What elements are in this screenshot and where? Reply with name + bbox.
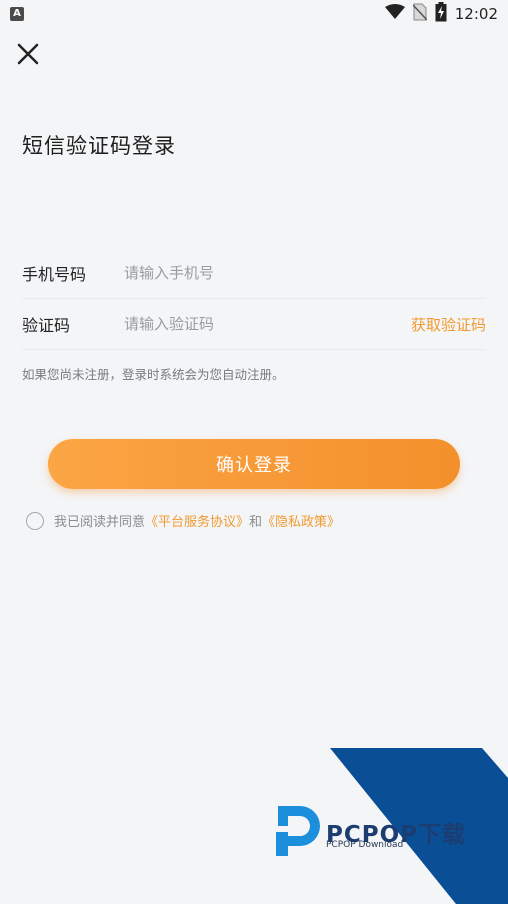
pcpop-logo-icon (276, 806, 320, 856)
watermark-banner (330, 748, 508, 904)
watermark-subtitle: PCPOP Download (326, 840, 404, 850)
login-screen: A 12:02 短信验证码登录 手机号码 请输入手机号 验证码 请输入验证码 获… (0, 0, 508, 904)
